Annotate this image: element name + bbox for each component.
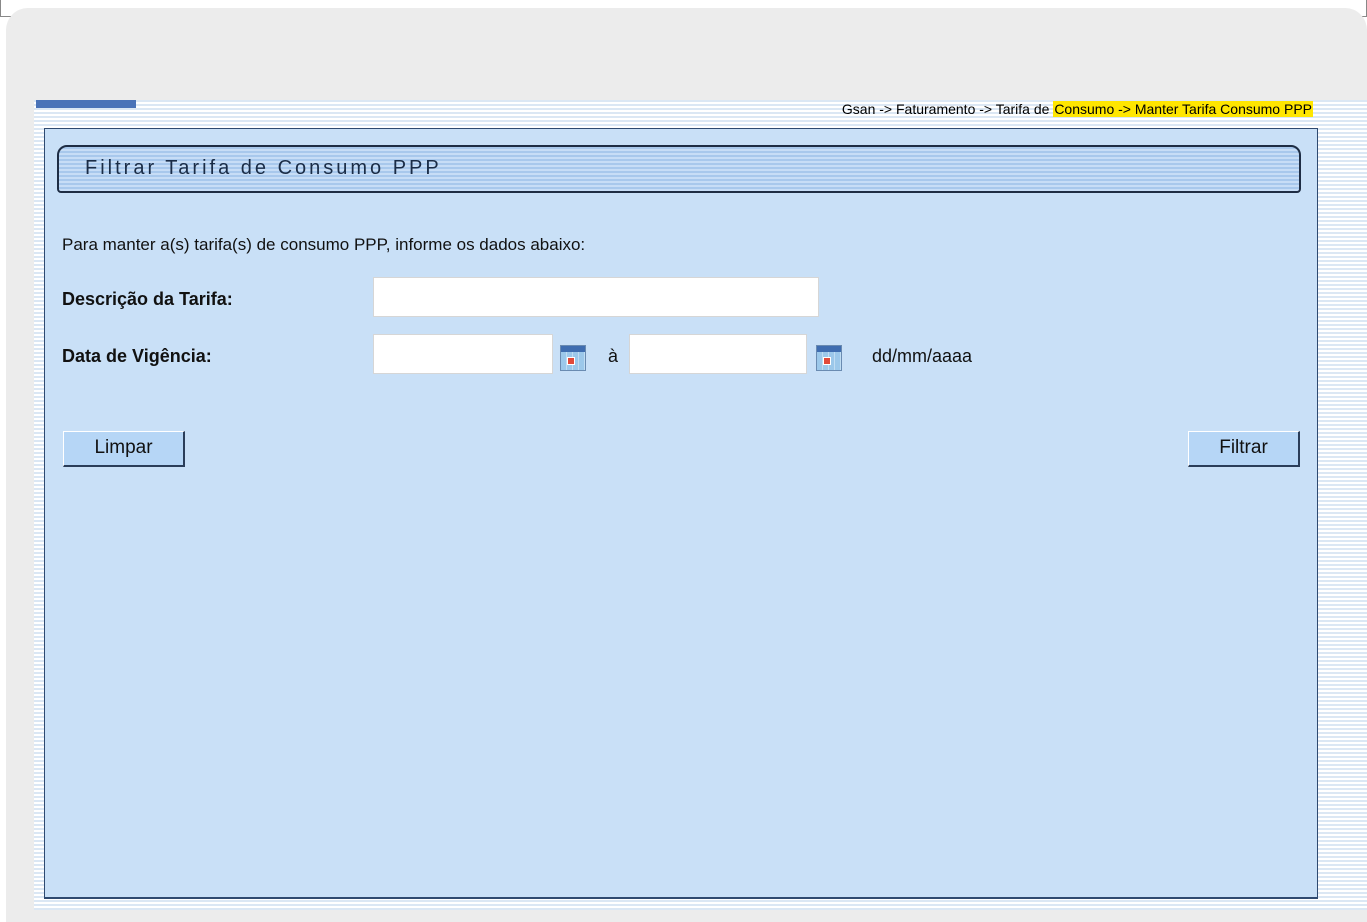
limpar-button[interactable]: Limpar — [63, 431, 185, 467]
descricao-label: Descrição da Tarifa: — [62, 289, 233, 309]
instructions-text: Para manter a(s) tarifa(s) de consumo PP… — [62, 235, 586, 254]
calendar-icon[interactable] — [816, 345, 842, 371]
panel-header: Filtrar Tarifa de Consumo PPP — [57, 145, 1301, 193]
descricao-input[interactable] — [373, 277, 819, 317]
vigencia-label: Data de Vigência: — [62, 346, 212, 366]
date-range-separator: à — [608, 346, 619, 366]
vigencia-fim-input[interactable] — [629, 334, 807, 374]
filtrar-button[interactable]: Filtrar — [1188, 431, 1300, 467]
filter-panel: Filtrar Tarifa de Consumo PPP Para mante… — [44, 128, 1318, 899]
vigencia-inicio-input[interactable] — [373, 334, 553, 374]
breadcrumb-highlight: Consumo -> Manter Tarifa Consumo PPP — [1053, 101, 1313, 117]
top-accent-bar — [36, 100, 136, 108]
date-format-hint: dd/mm/aaaa — [872, 346, 973, 366]
breadcrumb-prefix: Gsan -> Faturamento -> Tarifa de — [841, 101, 1054, 117]
panel-title: Filtrar Tarifa de Consumo PPP — [85, 157, 442, 179]
calendar-icon[interactable] — [560, 345, 586, 371]
breadcrumb: Gsan -> Faturamento -> Tarifa de Consumo… — [838, 100, 1317, 118]
